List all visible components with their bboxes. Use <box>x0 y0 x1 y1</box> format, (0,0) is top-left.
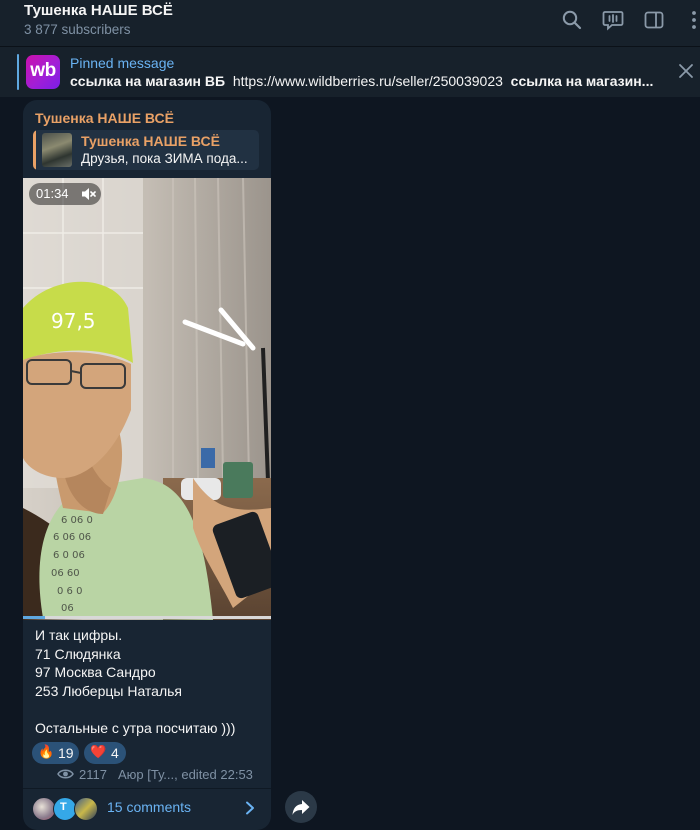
wildberries-logo: wb <box>26 55 60 89</box>
sidebar-toggle-icon[interactable] <box>643 9 665 31</box>
svg-text:6 06 0: 6 06 0 <box>61 515 93 526</box>
pinned-label: Pinned message <box>70 55 175 71</box>
pinned-url[interactable]: https://www.wildberries.ru/seller/250039… <box>233 73 503 89</box>
close-icon[interactable] <box>678 63 694 79</box>
eye-icon <box>57 769 74 779</box>
comments-button[interactable]: T 15 comments <box>23 789 271 830</box>
message-line: 97 Москва Сандро <box>35 664 156 680</box>
video-progress-track[interactable] <box>23 616 271 619</box>
comments-label: 15 comments <box>107 799 192 815</box>
reaction-count: 4 <box>111 745 119 761</box>
muted-speaker-icon[interactable] <box>81 187 96 201</box>
pinned-text: ссылка на магазин ВБ https://www.wildber… <box>70 73 660 89</box>
reaction-count: 19 <box>58 745 74 761</box>
message-line: 71 Слюдянка <box>35 645 121 662</box>
fire-icon: 🔥 <box>38 744 55 759</box>
post-author[interactable]: Тушенка НАШЕ ВСЁ <box>35 110 174 126</box>
subscriber-count: 3 877 subscribers <box>24 22 131 37</box>
avatar <box>74 797 98 821</box>
message-line: Остальные с утра посчитаю ))) <box>35 719 236 736</box>
svg-text:6 06 06: 6 06 06 <box>53 532 91 543</box>
live-chat-icon[interactable] <box>602 9 624 31</box>
svg-text:0 6 0: 0 6 0 <box>57 586 82 597</box>
svg-text:6 0 06: 6 0 06 <box>53 550 85 561</box>
reply-author: Тушенка НАШЕ ВСЁ <box>81 133 220 149</box>
chat-header[interactable]: Тушенка НАШЕ ВСЁ 3 877 subscribers <box>0 0 700 46</box>
pinned-message-bar[interactable]: wb Pinned message ссылка на магазин ВБ h… <box>0 46 700 97</box>
svg-text:06 60: 06 60 <box>51 568 80 579</box>
cap-text: 97,5 <box>51 309 96 333</box>
pinned-tail: ссылка на магазин... <box>510 73 654 89</box>
heart-icon: ❤️ <box>90 744 107 759</box>
channel-title[interactable]: Тушенка НАШЕ ВСЁ <box>24 2 173 19</box>
share-button[interactable] <box>285 791 317 823</box>
message-line <box>35 700 235 719</box>
reply-thumbnail <box>42 133 72 167</box>
reaction-fire[interactable]: 🔥 19 <box>32 742 79 764</box>
reply-text: Друзья, пока ЗИМА пода... <box>81 151 248 166</box>
search-icon[interactable] <box>561 9 583 31</box>
more-vertical-icon[interactable] <box>682 9 700 31</box>
video-progress-fill <box>23 616 45 619</box>
video-duration: 01:34 <box>36 186 69 201</box>
pinned-indicator <box>17 54 19 90</box>
message-line: 253 Люберцы Наталья <box>35 682 183 699</box>
chevron-right-icon <box>246 801 254 815</box>
pinned-lead: ссылка на магазин ВБ <box>70 73 226 89</box>
video-player[interactable]: 6 06 0 6 06 06 6 0 06 06 60 0 6 0 06 97,5 0… <box>23 178 271 620</box>
message-bubble[interactable]: Тушенка НАШЕ ВСЁ Тушенка НАШЕ ВСЁ Друзья… <box>23 100 271 830</box>
video-duration-pill[interactable]: 01:34 <box>29 183 101 205</box>
video-frame: 6 06 0 6 06 06 6 0 06 06 60 0 6 0 06 97,5 <box>23 178 271 620</box>
reply-indicator <box>33 130 36 170</box>
message-text: И так цифры. 71 Слюдянка 97 Москва Сандр… <box>35 626 235 737</box>
reply-preview[interactable]: Тушенка НАШЕ ВСЁ Друзья, пока ЗИМА пода.… <box>33 130 259 170</box>
view-count: 2117 <box>79 767 107 782</box>
post-signature: Аюр [Ту..., edited 22:53 <box>118 767 253 782</box>
reaction-heart[interactable]: ❤️ 4 <box>84 742 126 764</box>
message-line: И так цифры. <box>35 627 123 643</box>
share-icon <box>292 800 310 815</box>
svg-text:06: 06 <box>61 603 74 614</box>
